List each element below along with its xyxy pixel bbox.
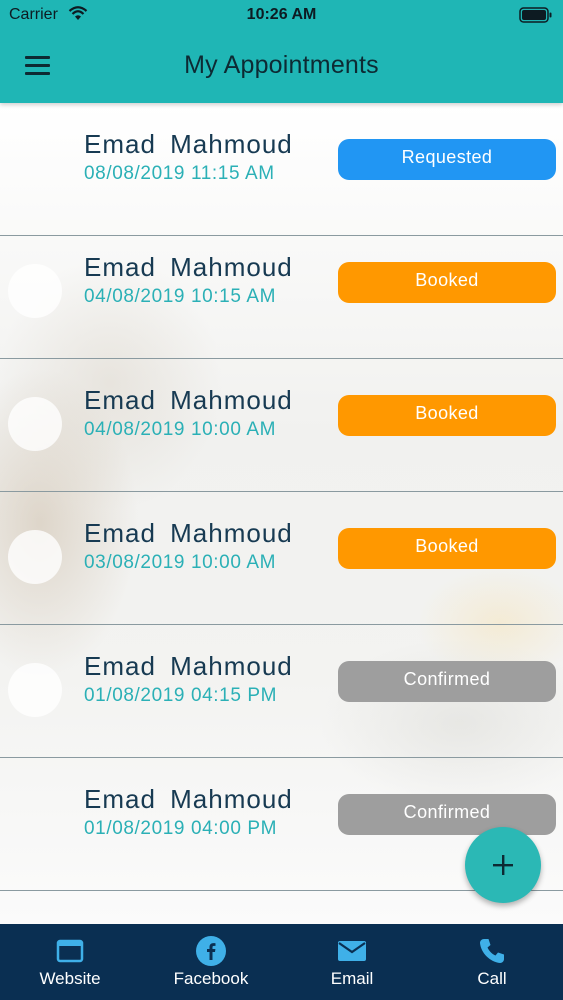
page-title: My Appointments — [184, 51, 379, 79]
patient-name: Emad Mahmoud — [84, 518, 293, 548]
appointment-datetime: 04/08/2019 10:00 AM — [84, 419, 277, 440]
patient-name: Emad Mahmoud — [84, 784, 293, 814]
appointment-datetime: 03/08/2019 10:00 AM — [84, 552, 277, 573]
patient-name: Emad Mahmoud — [84, 252, 293, 282]
appointment-row[interactable]: Emad Mahmoud 01/08/2019 04:15 PM Confirm… — [0, 625, 563, 758]
appointment-datetime: 01/08/2019 04:00 PM — [84, 818, 278, 839]
facebook-icon — [196, 936, 226, 966]
tab-email[interactable]: Email — [282, 924, 422, 1000]
patient-name: Emad Mahmoud — [84, 385, 293, 415]
tab-label: Facebook — [173, 969, 249, 988]
battery-icon — [519, 7, 553, 28]
avatar — [8, 264, 62, 318]
status-badge[interactable]: Booked — [338, 528, 556, 569]
patient-name: Emad Mahmoud — [84, 651, 293, 681]
bottom-tab-bar: Website Facebook Email Call — [0, 924, 563, 1000]
status-badge[interactable]: Confirmed — [338, 794, 556, 835]
envelope-icon — [337, 936, 367, 966]
phone-icon — [478, 936, 506, 966]
appointment-datetime: 08/08/2019 11:15 AM — [84, 163, 275, 184]
status-badge[interactable]: Confirmed — [338, 661, 556, 702]
appointments-list[interactable]: Emad Mahmoud 08/08/2019 11:15 AM Request… — [0, 103, 563, 924]
appointment-row[interactable]: Emad Mahmoud 04/08/2019 10:00 AM Booked — [0, 359, 563, 492]
avatar — [8, 663, 62, 717]
status-time: 10:26 AM — [246, 6, 317, 23]
tab-label: Email — [330, 969, 374, 988]
appointment-datetime: 01/08/2019 04:15 PM — [84, 685, 278, 706]
appointment-row[interactable]: Emad Mahmoud 04/08/2019 10:15 AM Booked — [0, 226, 563, 359]
browser-window-icon — [56, 936, 84, 966]
status-badge[interactable]: Requested — [338, 139, 556, 180]
patient-name: Emad Mahmoud — [84, 129, 293, 159]
tab-label: Call — [477, 969, 507, 988]
avatar — [8, 530, 62, 584]
tab-label: Website — [39, 969, 101, 988]
status-bar: Carrier 10:26 AM — [0, 0, 563, 30]
appointment-row[interactable]: Emad Mahmoud 03/08/2019 10:00 AM Booked — [0, 492, 563, 625]
appointment-row[interactable]: Emad Mahmoud 08/08/2019 11:15 AM Request… — [0, 103, 563, 236]
status-badge[interactable]: Booked — [338, 262, 556, 303]
status-badge[interactable]: Booked — [338, 395, 556, 436]
tab-website[interactable]: Website — [0, 924, 140, 1000]
add-appointment-button[interactable] — [465, 827, 541, 903]
tab-call[interactable]: Call — [422, 924, 562, 1000]
app-header: Carrier 10:26 AM My Appointments — [0, 0, 563, 103]
plus-icon — [493, 855, 513, 875]
appointment-datetime: 04/08/2019 10:15 AM — [84, 286, 277, 307]
avatar — [8, 397, 62, 451]
tab-facebook[interactable]: Facebook — [141, 924, 281, 1000]
